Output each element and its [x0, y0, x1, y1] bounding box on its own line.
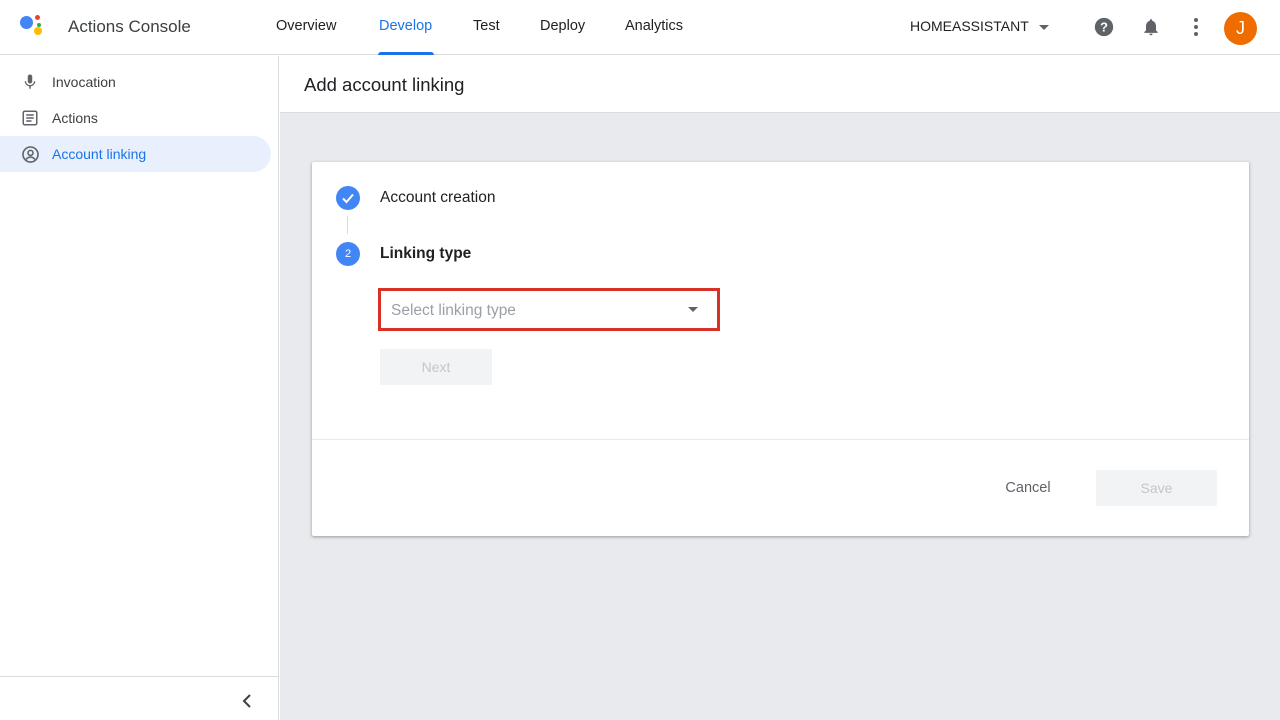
help-icon[interactable]: ?: [1091, 14, 1117, 40]
main-content: Add account linking Account creation 2 L…: [280, 56, 1280, 720]
top-app-bar: Actions Console Overview Develop Test De…: [0, 0, 1280, 55]
sidebar-item-invocation[interactable]: Invocation: [0, 64, 271, 100]
account-circle-icon: [20, 144, 40, 164]
more-vert-icon[interactable]: [1183, 14, 1209, 40]
sidebar-item-label: Account linking: [52, 146, 147, 162]
dropdown-arrow-icon: [688, 307, 698, 312]
avatar[interactable]: J: [1224, 12, 1257, 45]
chevron-left-icon[interactable]: [236, 690, 258, 712]
step-connector: [347, 216, 348, 234]
save-button[interactable]: Save: [1096, 470, 1217, 506]
tab-overview[interactable]: Overview: [276, 18, 336, 34]
select-placeholder: Select linking type: [391, 302, 516, 319]
linking-type-select[interactable]: Select linking type: [378, 288, 720, 331]
tab-test[interactable]: Test: [473, 18, 500, 34]
account-linking-card: Account creation 2 Linking type Select l…: [312, 162, 1249, 536]
sidebar-item-label: Actions: [52, 110, 98, 126]
tab-analytics[interactable]: Analytics: [625, 18, 683, 34]
sidebar-item-account-linking[interactable]: Account linking: [0, 136, 271, 172]
sidebar-divider: [0, 676, 279, 677]
mic-icon: [20, 72, 40, 92]
app-title: Actions Console: [68, 17, 191, 36]
sidebar: Invocation Actions Account linking: [0, 56, 279, 720]
step-number-badge: 2: [336, 242, 360, 266]
next-button[interactable]: Next: [380, 349, 492, 385]
list-icon: [20, 108, 40, 128]
active-tab-indicator: [378, 52, 434, 55]
page-title: Add account linking: [304, 74, 465, 95]
cancel-button[interactable]: Cancel: [988, 470, 1068, 506]
step-complete-check-icon: [336, 186, 360, 210]
tab-develop[interactable]: Develop: [379, 18, 432, 34]
bell-icon[interactable]: [1138, 14, 1164, 40]
card-divider: [312, 439, 1249, 440]
page-header: Add account linking: [280, 56, 1280, 113]
project-name: HOMEASSISTANT: [910, 18, 1029, 34]
sidebar-item-label: Invocation: [52, 74, 116, 90]
tab-deploy[interactable]: Deploy: [540, 18, 585, 34]
project-selector[interactable]: HOMEASSISTANT: [910, 18, 1049, 34]
sidebar-item-actions[interactable]: Actions: [0, 100, 271, 136]
assistant-logo-icon: [20, 14, 48, 40]
dropdown-arrow-icon: [1038, 24, 1049, 30]
step-account-creation[interactable]: Account creation: [380, 189, 495, 207]
svg-text:?: ?: [1100, 20, 1108, 35]
step-linking-type: Linking type: [380, 245, 472, 262]
